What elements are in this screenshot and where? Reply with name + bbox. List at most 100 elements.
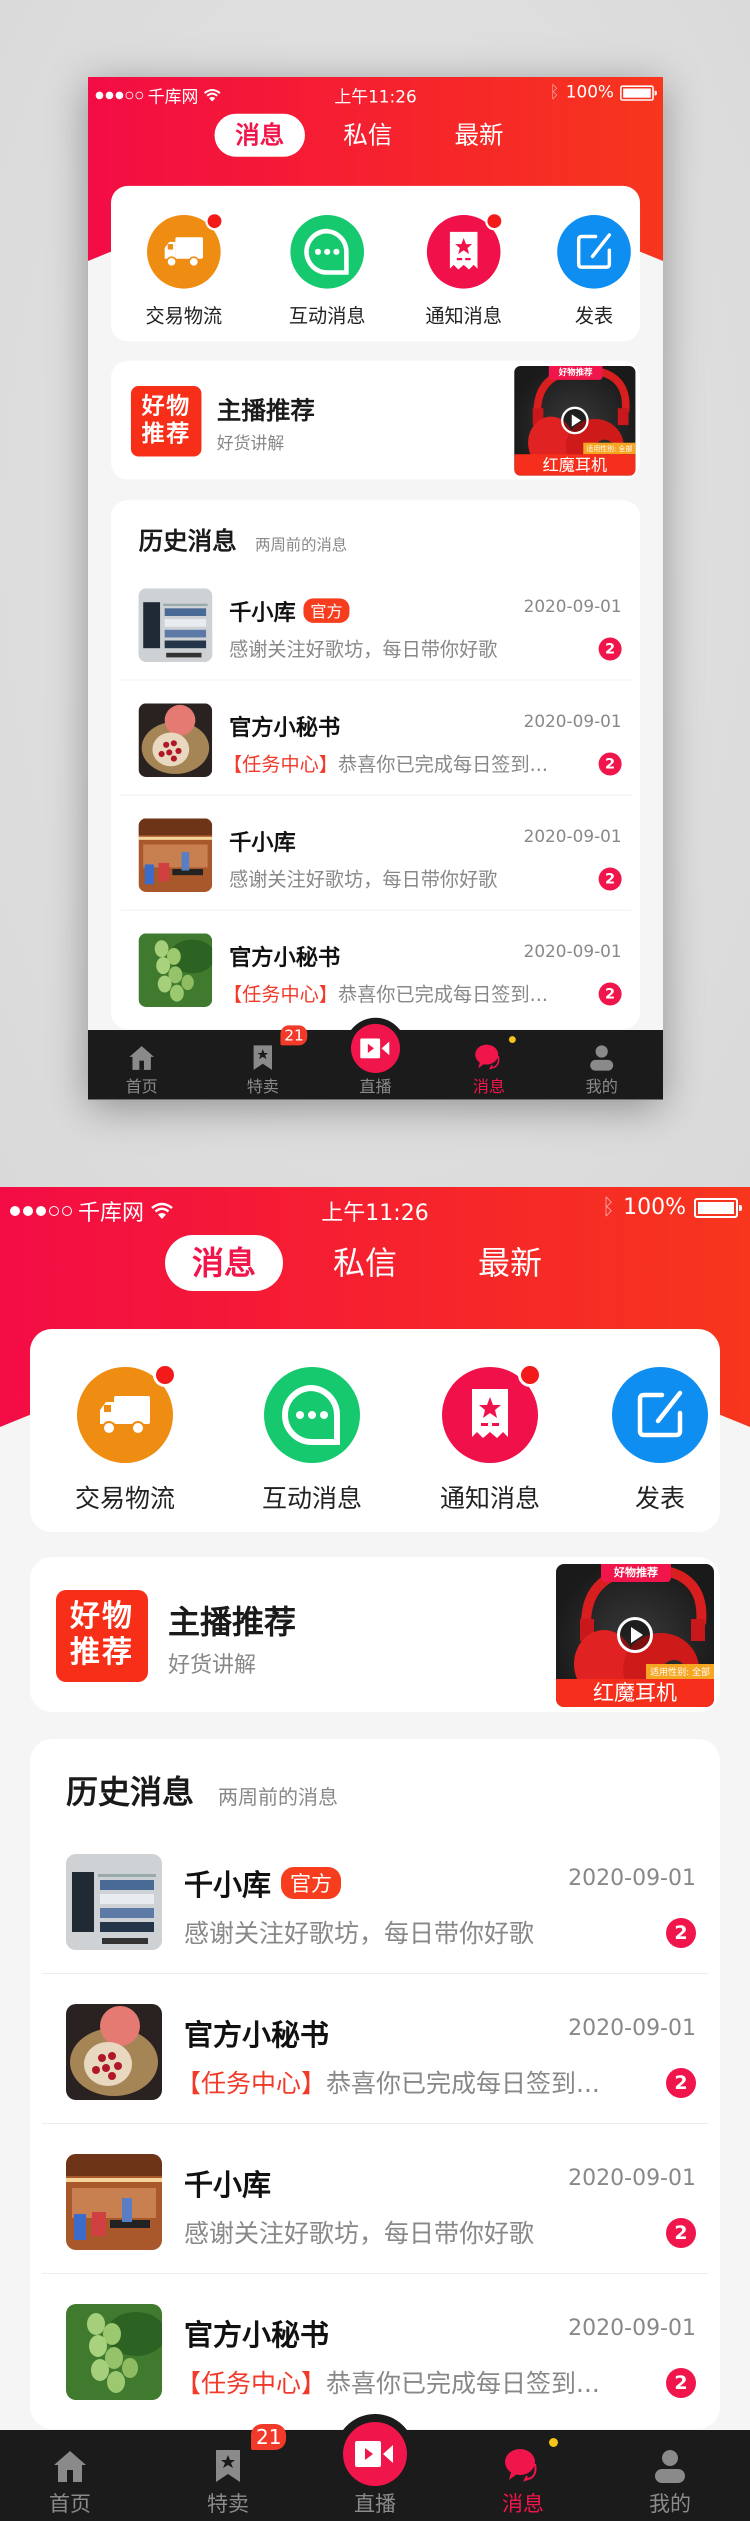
sender-name: 千小库 官方 — [184, 1862, 342, 1904]
streamer-recommend-card[interactable]: 好物 推荐 主播推荐 好货讲解 好物推荐 适用性别: 全部 红魔耳机 — [111, 360, 641, 480]
recommend-subtitle: 好货讲解 — [216, 434, 285, 454]
task-center-highlight: 【任务中心】 — [176, 2369, 327, 2398]
clothing-store-image — [66, 1854, 162, 1950]
avatar — [138, 588, 213, 662]
sale-count-badge: 21 — [280, 1025, 308, 1046]
sender-name-text: 千小库 — [184, 1868, 272, 1902]
message-row[interactable]: 官方小秘书 2020-09-01 【任务中心】恭喜你已完成每日签到... 2 — [30, 1974, 720, 2124]
battery-icon — [694, 1197, 742, 1218]
battery-icon — [620, 85, 657, 101]
top-tabs: 消息 私信 最新 — [0, 1235, 750, 1291]
tab-home[interactable]: 首页 — [96, 1030, 188, 1100]
notification-dot — [205, 211, 224, 231]
tab-live[interactable]: 直播 — [315, 2422, 435, 2521]
shortcut-post[interactable]: 发表 — [540, 215, 647, 328]
message-row[interactable]: 官方小秘书 2020-09-01 【任务中心】恭喜你已完成每日签到... 2 — [30, 2274, 720, 2424]
tab-profile[interactable]: 我的 — [610, 2430, 730, 2521]
user-icon — [586, 1042, 617, 1073]
avatar — [138, 933, 213, 1008]
message-preview: 感谢关注好歌坊，每日带你好歌 — [184, 1919, 535, 1948]
product-video-thumbnail[interactable]: 好物推荐 适用性别: 全部 红魔耳机 — [556, 1564, 714, 1707]
battery-percent: 100% — [565, 83, 614, 103]
message-bubbles-icon — [503, 2446, 543, 2486]
live-button[interactable] — [350, 1023, 401, 1073]
recommend-subtitle: 好货讲解 — [168, 1653, 257, 1678]
message-row[interactable]: 千小库 官方 2020-09-01 感谢关注好歌坊，每日带你好歌 2 — [111, 565, 640, 681]
play-icon[interactable] — [617, 1617, 653, 1653]
message-screen: 千库网 上午11:26 ᛒ 100% 消息 私信 最新 交易物流 互动消息 通知… — [88, 77, 664, 1100]
shop-interior-image — [66, 2154, 162, 2250]
tab-messages[interactable]: 消息 — [214, 113, 305, 157]
message-date: 2020-09-01 — [568, 2166, 696, 2191]
product-video-thumbnail[interactable]: 好物推荐 适用性别: 全部 红魔耳机 — [514, 366, 636, 476]
bottom-tab-bar: 首页 21 特卖 直播 消息 我的 — [0, 2414, 750, 2521]
tab-latest[interactable]: 最新 — [448, 114, 509, 157]
message-row[interactable]: 千小库 2020-09-01 感谢关注好歌坊，每日带你好歌 2 — [111, 795, 640, 911]
tab-private-messages[interactable]: 私信 — [337, 114, 398, 157]
tab-messages[interactable]: 消息 — [165, 1235, 283, 1291]
shortcut-card: 交易物流 互动消息 通知消息 发表 — [111, 185, 641, 342]
tab-label: 特卖 — [207, 2492, 249, 2516]
sender-name-text: 官方小秘书 — [184, 2018, 330, 2052]
tab-special-sale[interactable]: 21 特卖 — [217, 1025, 309, 1100]
top-tabs: 消息 私信 最新 — [88, 113, 663, 157]
edit-icon — [637, 1390, 683, 1438]
logistics-icon-circle — [147, 211, 224, 289]
sender-name-text: 官方小秘书 — [229, 714, 341, 741]
tab-label: 首页 — [49, 2492, 91, 2516]
tab-label: 首页 — [125, 1077, 158, 1096]
unread-count-badge: 2 — [598, 982, 622, 1006]
history-title: 历史消息 — [138, 526, 237, 556]
tab-label: 消息 — [472, 1077, 506, 1096]
shortcut-interactions[interactable]: 互动消息 — [274, 215, 381, 328]
recommend-title: 主播推荐 — [168, 1603, 297, 1641]
message-date: 2020-09-01 — [523, 712, 622, 732]
shortcut-label: 互动消息 — [288, 304, 366, 327]
message-date: 2020-09-01 — [523, 597, 622, 617]
notifications-icon-circle — [426, 211, 504, 289]
message-row[interactable]: 千小库 2020-09-01 感谢关注好歌坊，每日带你好歌 2 — [30, 2124, 720, 2274]
sender-name-text: 千小库 — [184, 2168, 272, 2202]
tab-live[interactable]: 直播 — [330, 1023, 422, 1100]
sender-name: 千小库 — [229, 825, 296, 857]
tab-messages-nav[interactable]: 消息 — [463, 2430, 583, 2521]
shortcut-label: 通知消息 — [425, 304, 503, 327]
logistics-icon-circle — [77, 1363, 177, 1463]
tab-private-messages[interactable]: 私信 — [325, 1235, 405, 1291]
unread-count-badge: 2 — [598, 637, 622, 661]
tab-home[interactable]: 首页 — [10, 2430, 130, 2521]
shortcut-logistics[interactable]: 交易物流 — [55, 1363, 195, 1515]
history-messages-card: 历史消息 两周前的消息 千小库 官方 2020-09-01 感谢关注好歌坊，每日… — [111, 500, 641, 1030]
shortcut-label: 互动消息 — [261, 1484, 362, 1513]
streamer-recommend-card[interactable]: 好物 推荐 主播推荐 好货讲解 好物推荐 适用性别: 全部 红魔耳机 — [30, 1557, 720, 1712]
shortcut-notifications[interactable]: 通知消息 — [420, 1363, 560, 1515]
shortcut-post[interactable]: 发表 — [590, 1367, 730, 1515]
message-date: 2020-09-01 — [523, 942, 622, 962]
message-preview-text: 恭喜你已完成每日签到... — [337, 983, 548, 1006]
shortcut-label: 通知消息 — [439, 1484, 540, 1513]
tab-profile[interactable]: 我的 — [556, 1030, 648, 1100]
play-icon[interactable] — [561, 406, 589, 435]
message-row[interactable]: 官方小秘书 2020-09-01 【任务中心】恭喜你已完成每日签到... 2 — [111, 680, 640, 796]
live-button[interactable] — [343, 2422, 407, 2486]
sender-name: 官方小秘书 — [184, 2012, 329, 2054]
tab-latest[interactable]: 最新 — [470, 1235, 550, 1291]
tab-special-sale[interactable]: 21 特卖 — [168, 2424, 288, 2521]
tab-label: 特卖 — [246, 1077, 279, 1096]
sender-name: 千小库 — [184, 2162, 271, 2204]
unread-count-badge: 2 — [598, 752, 622, 776]
avatar — [66, 2004, 162, 2100]
history-messages-card: 历史消息 两周前的消息 千小库 官方 2020-09-01 感谢关注好歌坊，每日… — [30, 1739, 720, 2429]
sender-name-text: 千小库 — [229, 599, 296, 626]
shortcut-interactions[interactable]: 互动消息 — [242, 1367, 382, 1515]
notification-dot — [518, 1363, 542, 1387]
shortcut-logistics[interactable]: 交易物流 — [130, 211, 237, 328]
message-row[interactable]: 官方小秘书 2020-09-01 【任务中心】恭喜你已完成每日签到... 2 — [111, 910, 640, 1025]
tab-messages-nav[interactable]: 消息 — [443, 1030, 535, 1100]
user-icon — [650, 2446, 690, 2486]
message-row[interactable]: 千小库 官方 2020-09-01 感谢关注好歌坊，每日带你好歌 2 — [30, 1824, 720, 1974]
sender-name: 官方小秘书 — [229, 940, 340, 972]
shortcut-notifications[interactable]: 通知消息 — [410, 211, 517, 328]
bluetooth-icon: ᛒ — [601, 1195, 616, 1220]
tab-label: 我的 — [585, 1077, 618, 1096]
